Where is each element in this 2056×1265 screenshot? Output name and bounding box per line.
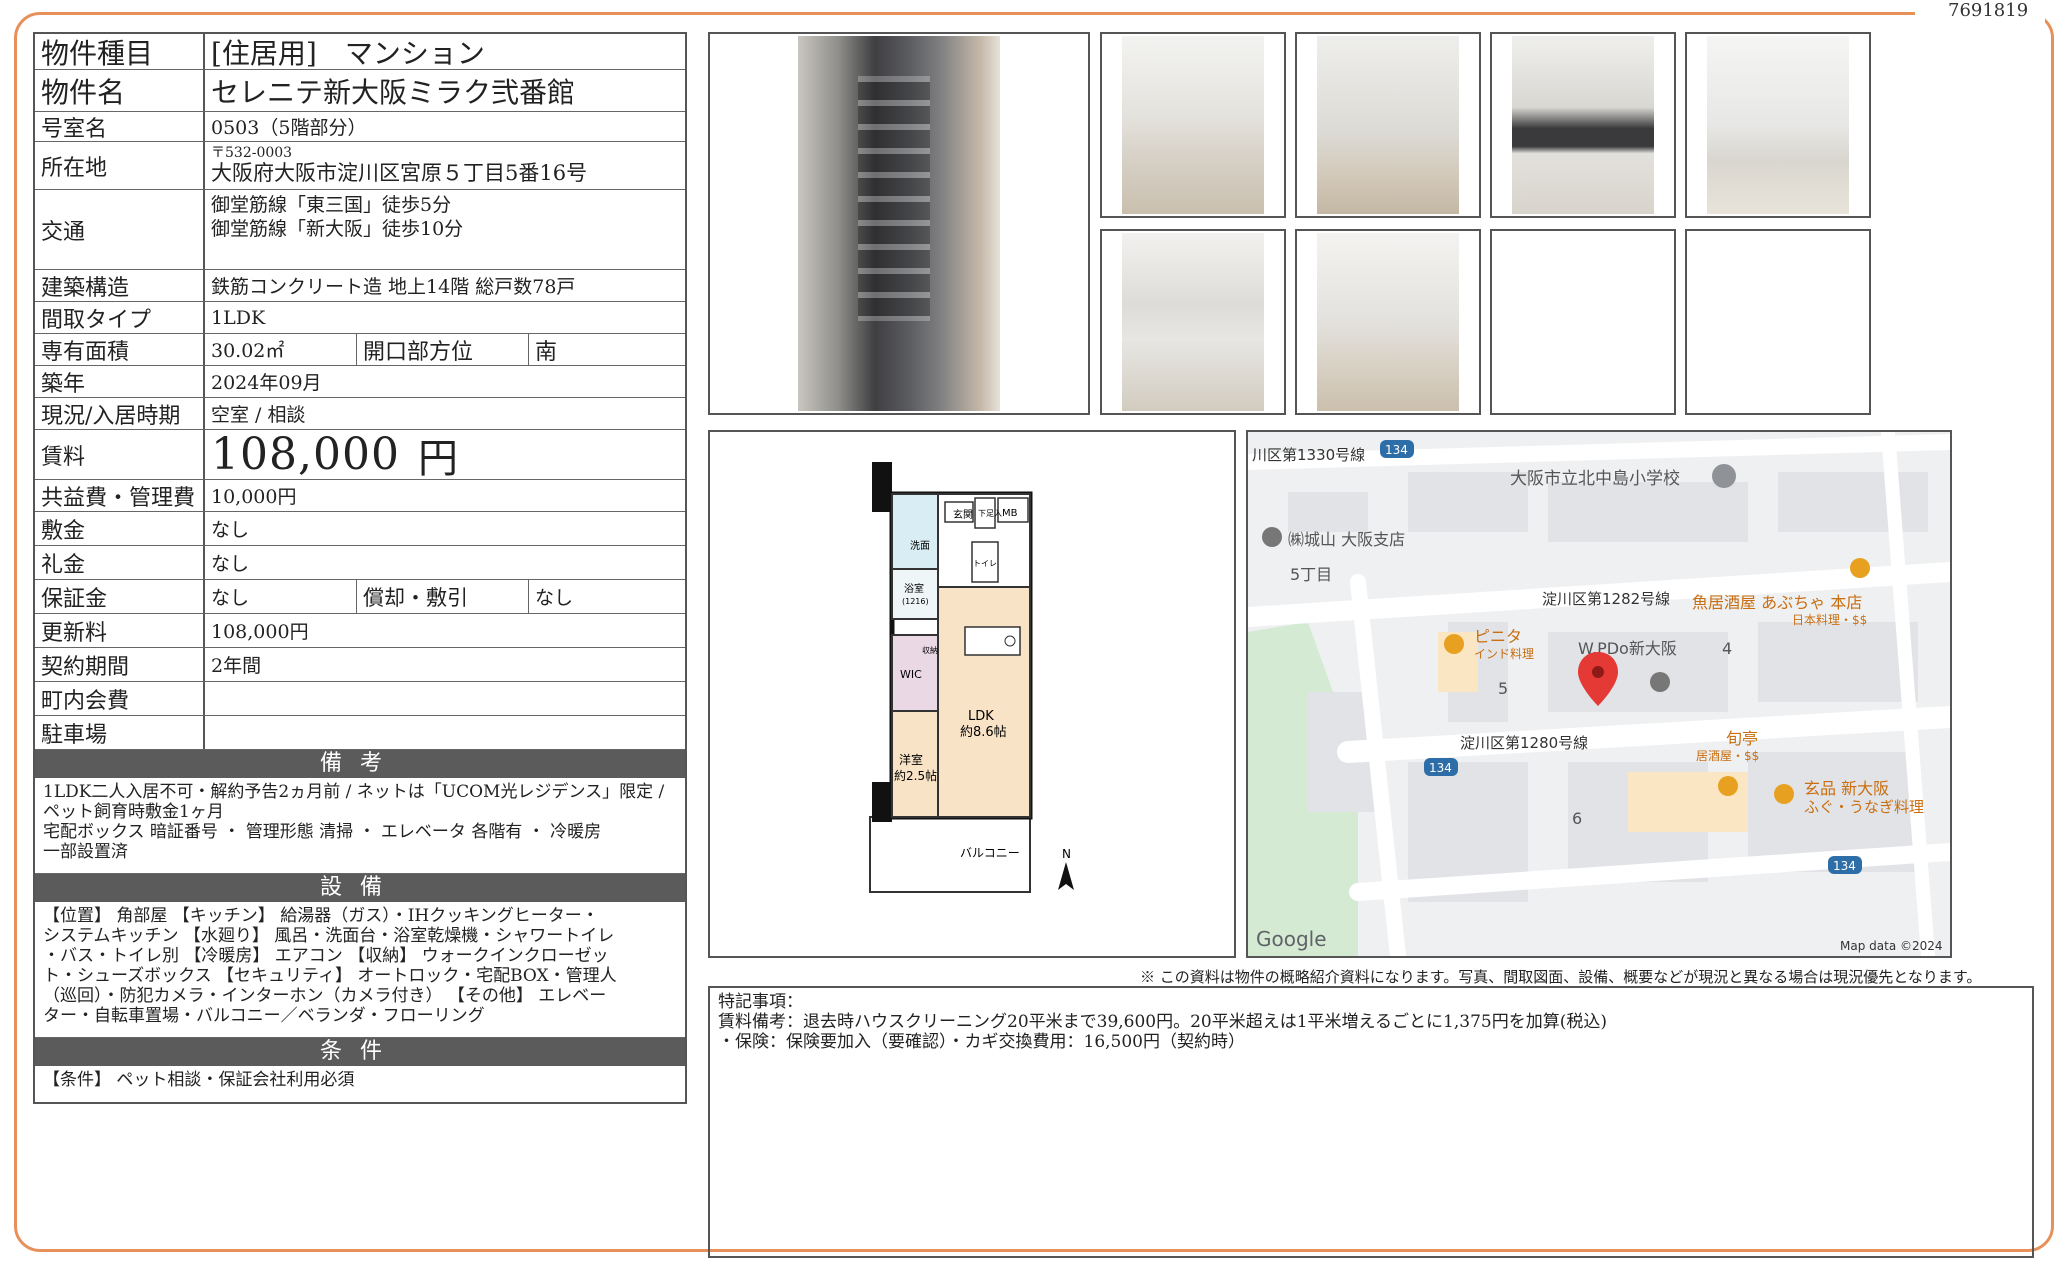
- road-label-1280: 淀川区第1280号線: [1460, 734, 1588, 752]
- disclaimer-text: ※ この資料は物件の概略紹介資料になります。写真、間取図面、設備、概要などが現況…: [1140, 968, 1982, 986]
- route-badge: 134: [1385, 443, 1408, 457]
- row-guarantee: 保証金 なし 償却・敷引 なし: [35, 580, 685, 614]
- notes-line-1: 賃料備考：退去時ハウスクリーニング20平米まで39,600円。20平米超えは1平…: [718, 1012, 1607, 1032]
- map-pinita-label: ピニタ: [1474, 627, 1522, 646]
- map-pin-icon: [1650, 672, 1670, 692]
- row-access: 交通 御堂筋線「東三国」徒歩5分 御堂筋線「新大阪」徒歩10分: [35, 190, 685, 270]
- row-deposit: 敷金 なし: [35, 512, 685, 546]
- address-zip: 〒532-0003: [211, 145, 293, 162]
- row-address: 所在地 〒532-0003 大阪府大阪市淀川区宮原５丁目5番16号: [35, 142, 685, 190]
- photo-building-exterior: [708, 32, 1090, 415]
- photo-bathroom: [1685, 32, 1871, 218]
- map-chome-label: 5丁目: [1290, 565, 1332, 584]
- map-company-label: ㈱城山 大阪支店: [1288, 530, 1405, 549]
- row-status: 現況/入居時期 空室 / 相談: [35, 398, 685, 430]
- map-abucha-sub: 日本料理・$$: [1792, 613, 1867, 627]
- map-shuntei-label: 旬亭: [1726, 729, 1758, 748]
- map-pin-icon: [1262, 527, 1282, 547]
- row-contract: 契約期間 2年間: [35, 648, 685, 682]
- location-map[interactable]: 川区第1330号線 134 大阪市立北中島小学校 ㈱城山 大阪支店 5丁目 淀川…: [1246, 430, 1952, 958]
- notes-line-2: ・保険：保険要加入（要確認）・カギ交換費用：16,500円（契約時）: [718, 1032, 1245, 1052]
- row-rent: 賃料 108,000 円: [35, 429, 685, 482]
- svg-text:134: 134: [1833, 859, 1856, 873]
- school-icon: [1712, 464, 1736, 488]
- conditions-header: 条件: [35, 1038, 685, 1066]
- restaurant-icon: [1444, 634, 1464, 654]
- plan-label-bath: 浴室: [904, 582, 924, 595]
- plan-label-western: 洋室: [899, 752, 923, 767]
- conditions-body: 【条件】 ペット相談・保証会社利用必須: [43, 1070, 355, 1090]
- road-label-1330: 川区第1330号線: [1252, 446, 1365, 464]
- map-shuntei-sub: 居酒屋・$$: [1696, 749, 1759, 763]
- map-canvas: 川区第1330号線 134 大阪市立北中島小学校 ㈱城山 大阪支店 5丁目 淀川…: [1248, 432, 1950, 956]
- row-key-money: 礼金 なし: [35, 546, 685, 580]
- restaurant-icon: [1774, 784, 1794, 804]
- photo-kitchen: [1100, 32, 1286, 218]
- photo-empty-slot: [1490, 229, 1676, 415]
- equipment-body: 【位置】 角部屋 【キッチン】 給湯器（ガス）・IHクッキングヒーター・ システ…: [35, 902, 685, 1038]
- access-line-1: 御堂筋線「東三国」徒歩5分: [211, 194, 452, 216]
- plan-label-mb: MB: [1002, 508, 1018, 519]
- map-block-6: 6: [1572, 809, 1582, 828]
- plan-label-western-size: 約2.5帖: [894, 768, 937, 783]
- remarks-header: 備考: [35, 750, 685, 778]
- plan-label-storage: 収納: [922, 645, 938, 655]
- map-block-5: 5: [1498, 679, 1508, 698]
- row-area: 専有面積 30.02㎡ 開口部方位 南: [35, 334, 685, 366]
- plan-label-toilet: トイレ: [973, 559, 997, 568]
- plan-label-ldk: LDK: [968, 709, 994, 724]
- plan-label-ldk-size: 約8.6帖: [960, 725, 1007, 740]
- rent-amount: 108,000: [211, 429, 400, 480]
- map-abucha-label: 魚居酒屋 あぶちゃ 本店: [1692, 593, 1862, 612]
- row-property-name: 物件名 セレニテ新大阪ミラク弐番館: [35, 70, 685, 112]
- notes-title: 特記事項：: [718, 992, 803, 1012]
- plan-label-genkan: 玄関: [953, 508, 973, 521]
- floor-plan: 玄関 下足入 MB トイレ 洗面 浴室 (1216) 収納 WIC LDK 約8…: [708, 430, 1236, 958]
- row-fee: 共益費・管理費 10,000円: [35, 480, 685, 512]
- north-label: N: [1062, 847, 1071, 861]
- restaurant-icon: [1850, 558, 1870, 578]
- document-id: 7691819: [1948, 0, 2029, 21]
- floor-plan-drawing: 玄関 下足入 MB トイレ 洗面 浴室 (1216) 収納 WIC LDK 約8…: [869, 462, 1074, 893]
- north-arrow-icon: [1058, 862, 1074, 890]
- map-genpin-sub: ふぐ・うなぎ料理: [1804, 798, 1924, 816]
- plan-label-balcony: バルコニー: [960, 846, 1020, 860]
- row-property-type: 物件種目 [住居用] マンション: [35, 34, 685, 70]
- photo-toilet: [1100, 229, 1286, 415]
- plan-label-wash: 洗面: [910, 540, 930, 552]
- address-text: 大阪府大阪市淀川区宮原５丁目5番16号: [211, 160, 588, 185]
- row-layout: 間取タイプ 1LDK: [35, 302, 685, 334]
- photo-washroom: [1490, 32, 1676, 218]
- photo-hallway: [1295, 229, 1481, 415]
- map-block-4: 4: [1722, 639, 1732, 658]
- access-line-2: 御堂筋線「新大阪」徒歩10分: [211, 217, 464, 240]
- property-spec-table: 物件種目 [住居用] マンション 物件名 セレニテ新大阪ミラク弐番館 号室名 0…: [33, 32, 687, 1104]
- rent-unit: 円: [417, 435, 459, 482]
- plan-label-wic: WIC: [900, 668, 922, 681]
- road-label-1282: 淀川区第1282号線: [1542, 590, 1670, 608]
- photo-living-room: [1295, 32, 1481, 218]
- row-structure: 建築構造 鉄筋コンクリート造 地上14階 総戸数78戸: [35, 270, 685, 302]
- row-renewal: 更新料 108,000円: [35, 614, 685, 648]
- map-copyright: Map data ©2024: [1840, 939, 1943, 953]
- row-room: 号室名 0503（5階部分）: [35, 112, 685, 142]
- row-community-fee: 町内会費: [35, 682, 685, 716]
- plan-label-shoes: 下足入: [978, 509, 1002, 518]
- svg-text:134: 134: [1429, 761, 1452, 775]
- equipment-header: 設備: [35, 874, 685, 902]
- map-genpin-label: 玄品 新大阪: [1804, 779, 1889, 798]
- photo-empty-slot: [1685, 229, 1871, 415]
- row-built: 築年 2024年09月: [35, 366, 685, 398]
- map-pinita-sub: インド料理: [1474, 647, 1534, 661]
- plan-label-bath-size: (1216): [902, 597, 929, 606]
- map-school-label: 大阪市立北中島小学校: [1510, 469, 1680, 489]
- google-logo: Google: [1256, 927, 1327, 951]
- restaurant-icon: [1718, 776, 1738, 796]
- remarks-body: 1LDK二人入居不可・解約予告2ヵ月前 / ネットは「UCOM光レジデンス」限定…: [35, 778, 685, 874]
- row-parking: 駐車場: [35, 716, 685, 750]
- special-notes-box: 特記事項： 賃料備考：退去時ハウスクリーニング20平米まで39,600円。20平…: [708, 986, 2034, 1258]
